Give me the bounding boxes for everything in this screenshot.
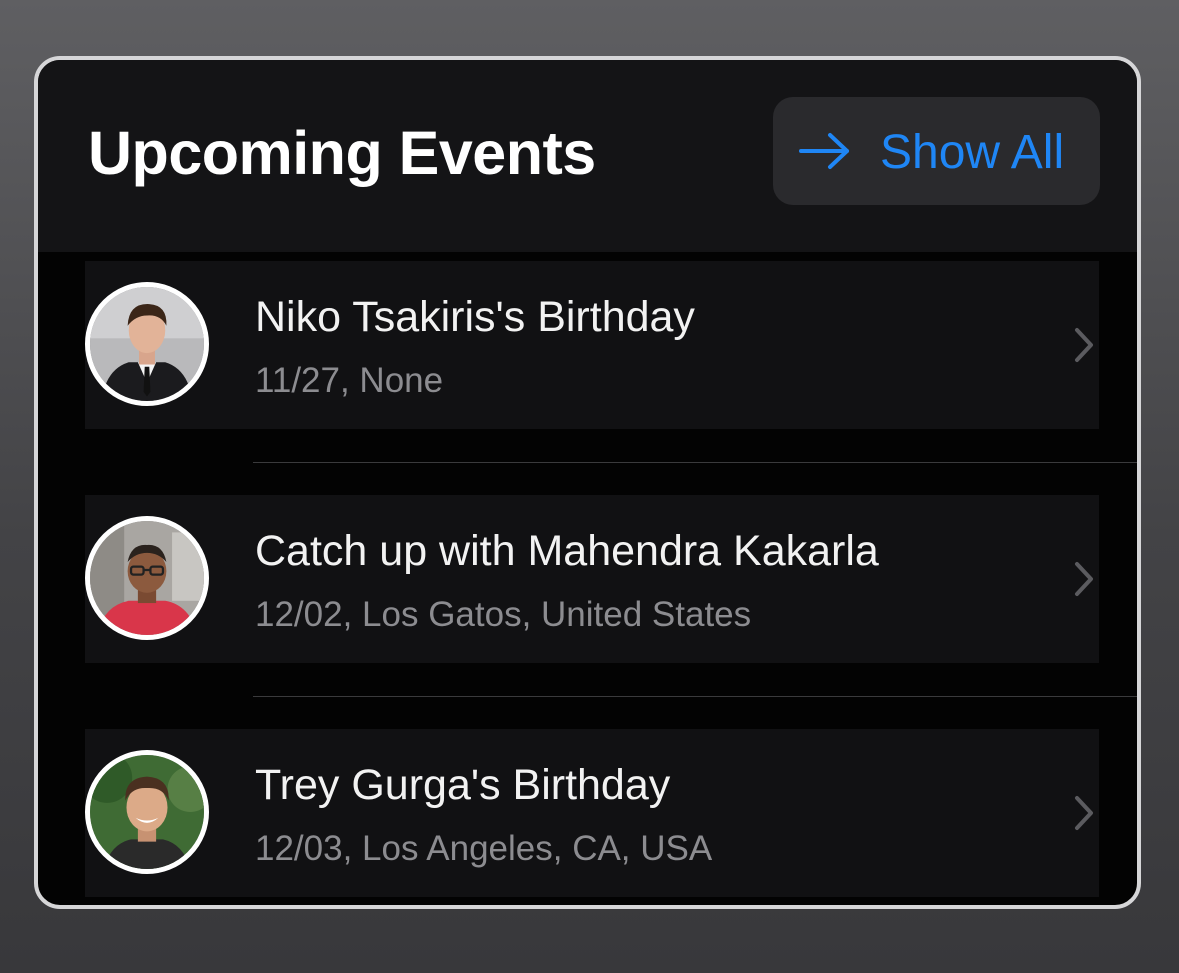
event-title: Trey Gurga's Birthday xyxy=(255,761,671,809)
chevron-right-icon xyxy=(1075,328,1093,362)
show-all-button[interactable]: Show All xyxy=(773,97,1100,205)
chevron-right-icon xyxy=(1075,796,1093,830)
event-subtitle: 11/27, None xyxy=(255,361,444,400)
avatar xyxy=(85,750,209,874)
widget-header: Upcoming Events Show All xyxy=(38,60,1137,252)
avatar xyxy=(85,282,209,406)
avatar-photo xyxy=(90,287,204,401)
arrow-right-icon xyxy=(799,133,849,169)
event-row-catch-up-mahendra-kakarla[interactable]: Catch up with Mahendra Kakarla 12/02, Lo… xyxy=(85,495,1099,663)
event-row-trey-gurga-birthday[interactable]: Trey Gurga's Birthday 12/03, Los Angeles… xyxy=(85,729,1099,897)
event-row-niko-tsakiris-birthday[interactable]: Niko Tsakiris's Birthday 11/27, None xyxy=(85,261,1099,429)
row-divider xyxy=(253,462,1137,463)
event-title: Catch up with Mahendra Kakarla xyxy=(255,527,879,575)
avatar xyxy=(85,516,209,640)
chevron-right-icon xyxy=(1075,562,1093,596)
widget-title: Upcoming Events xyxy=(88,119,596,187)
event-subtitle: 12/03, Los Angeles, CA, USA xyxy=(255,829,713,868)
avatar-photo xyxy=(90,755,204,869)
upcoming-events-widget: Upcoming Events Show All Niko Tsakiris's… xyxy=(34,56,1141,909)
row-divider xyxy=(253,696,1137,697)
event-subtitle: 12/02, Los Gatos, United States xyxy=(255,595,752,634)
avatar-photo xyxy=(90,521,204,635)
show-all-label: Show All xyxy=(880,126,1065,179)
event-title: Niko Tsakiris's Birthday xyxy=(255,293,695,341)
